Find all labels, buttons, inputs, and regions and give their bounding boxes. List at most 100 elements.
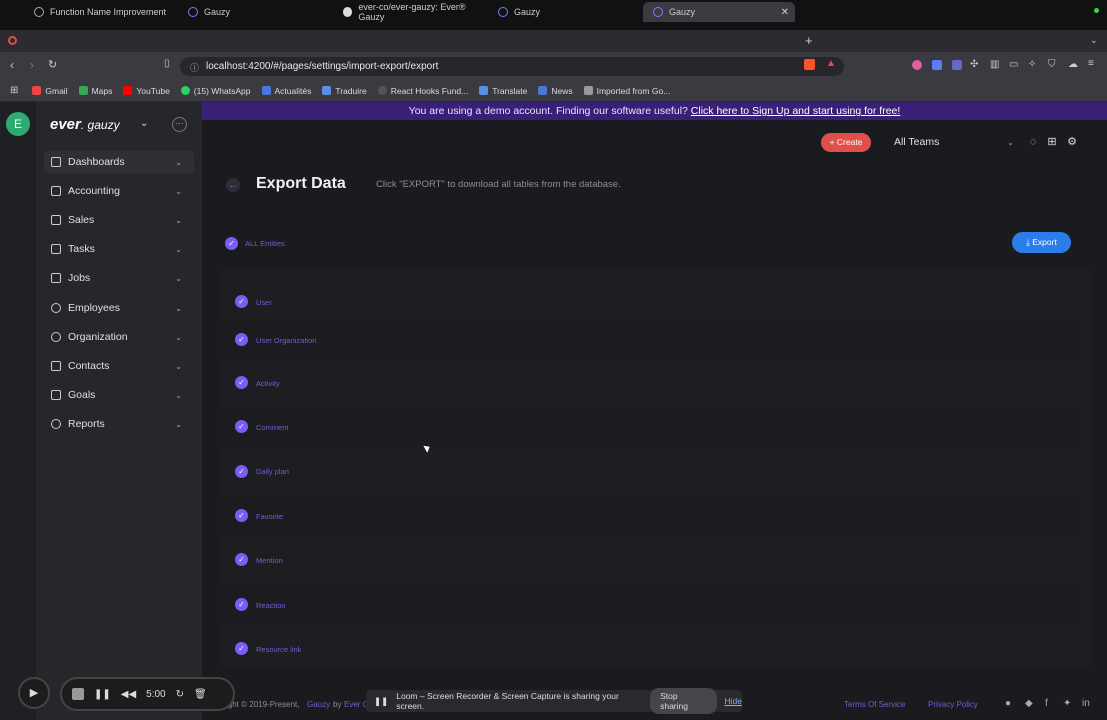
entity-checkbox[interactable]: ✓: [235, 333, 248, 346]
stop-sharing-button[interactable]: Stop sharing: [650, 688, 717, 714]
wallet-icon[interactable]: ▭: [1009, 59, 1018, 70]
bookmark-item[interactable]: Gmail: [32, 86, 68, 96]
logo-chevron-down-icon[interactable]: ⌄: [140, 118, 148, 129]
profile-icon[interactable]: ☁: [1068, 59, 1078, 70]
entity-checkbox[interactable]: ✓: [235, 509, 248, 522]
folder-icon: [583, 86, 593, 95]
bookmark-item[interactable]: Translate: [479, 86, 527, 96]
teams-select[interactable]: All Teams ⌄: [886, 133, 1018, 152]
export-button[interactable]: ⤓ Export: [1012, 232, 1071, 253]
bookmark-item[interactable]: React Hooks Fund...: [377, 86, 468, 96]
close-tab-icon[interactable]: ✕: [781, 7, 789, 18]
sidebar-item-reports[interactable]: Reports ⌄: [44, 413, 194, 435]
chat-icon[interactable]: ◌: [1027, 136, 1039, 148]
bookmark-item[interactable]: News: [538, 86, 573, 96]
browser-tab[interactable]: Function Name Improvement: [24, 2, 174, 22]
sidebar-item-jobs[interactable]: Jobs ⌄: [44, 267, 194, 289]
all-entities-checkbox[interactable]: ✓: [225, 237, 238, 250]
browser-tab[interactable]: Gauzy: [178, 2, 328, 22]
site-info-icon[interactable]: ⓘ: [190, 61, 199, 74]
gift-icon[interactable]: ⊞: [1046, 136, 1058, 148]
sidebar-item-dashboards[interactable]: Dashboards ⌄: [44, 151, 194, 173]
hide-button[interactable]: Hide: [725, 696, 742, 706]
bookmark-folder[interactable]: Imported from Go...: [583, 86, 670, 96]
sidebar-item-organization[interactable]: Organization ⌄: [44, 326, 194, 348]
signup-link[interactable]: Click here to Sign Up and start using fo…: [691, 105, 901, 117]
new-tab-icon[interactable]: +: [805, 33, 813, 48]
create-button[interactable]: + Create: [821, 133, 871, 152]
apps-grid-icon[interactable]: ⊞: [10, 85, 18, 96]
sidebar-item-accounting[interactable]: Accounting ⌄: [44, 180, 194, 202]
workspace-avatar[interactable]: E: [6, 112, 30, 136]
extension-icon[interactable]: [952, 60, 962, 70]
reload-icon[interactable]: ↻: [48, 58, 57, 71]
leo-icon[interactable]: ✧: [1028, 59, 1036, 70]
workspace-strip: [0, 102, 36, 720]
more-options-icon[interactable]: ···: [172, 117, 187, 132]
brave-rewards-icon[interactable]: ▲: [826, 58, 836, 69]
pause-icon[interactable]: ❚❚: [94, 689, 111, 700]
github-icon[interactable]: ●: [1005, 698, 1011, 709]
menu-icon[interactable]: ≡: [1088, 58, 1094, 69]
twitter-icon[interactable]: ✦: [1063, 698, 1071, 709]
terms-link[interactable]: Terms Of Service: [844, 700, 905, 709]
footer-copyright: ight © 2019-Present,: [226, 700, 300, 709]
puzzle-icon[interactable]: ✣: [970, 59, 978, 70]
sidebar-item-sales[interactable]: Sales ⌄: [44, 209, 194, 231]
browser-tab-active[interactable]: Gauzy ✕: [643, 2, 795, 22]
github-icon: [343, 7, 353, 17]
app-logo: ever. gauzy: [50, 116, 120, 133]
table-row: [222, 586, 1080, 622]
browser-tab[interactable]: Gauzy: [488, 2, 638, 22]
brave-shield-icon[interactable]: [804, 59, 815, 70]
gear-icon[interactable]: ⚙: [1066, 136, 1078, 148]
entity-checkbox[interactable]: ✓: [235, 376, 248, 389]
entity-checkbox[interactable]: ✓: [235, 465, 248, 478]
entity-checkbox[interactable]: ✓: [235, 642, 248, 655]
sidebar-item-goals[interactable]: Goals ⌄: [44, 384, 194, 406]
bookmark-icon[interactable]: ▯: [164, 58, 170, 69]
facebook-icon[interactable]: f: [1045, 698, 1048, 709]
gmail-icon: [32, 86, 42, 95]
stop-icon[interactable]: [72, 688, 84, 700]
sidebar-item-employees[interactable]: Employees ⌄: [44, 297, 194, 319]
bookmark-item[interactable]: YouTube: [123, 86, 170, 96]
vpn-icon[interactable]: ⛉: [1048, 59, 1056, 70]
back-arrow-icon[interactable]: ‹: [10, 58, 14, 72]
extension-icon[interactable]: [932, 60, 942, 70]
react-icon: [377, 86, 387, 95]
table-row: [222, 498, 1080, 534]
grid-icon: [51, 157, 61, 167]
sidebar-item-contacts[interactable]: Contacts ⌄: [44, 355, 194, 377]
bookmark-item[interactable]: (15) WhatsApp: [180, 86, 251, 96]
browser-tab[interactable]: ever-co/ever-gauzy: Ever® Gauzy: [333, 2, 483, 22]
linkedin-icon[interactable]: in: [1082, 698, 1090, 709]
entity-checkbox[interactable]: ✓: [235, 295, 248, 308]
entity-checkbox[interactable]: ✓: [235, 598, 248, 611]
restart-icon[interactable]: ↻: [176, 689, 184, 700]
rewind-icon[interactable]: ◀◀: [121, 689, 136, 700]
tab-list-chevron-icon[interactable]: ⌄: [1090, 35, 1098, 46]
maps-icon: [78, 86, 88, 95]
trash-icon[interactable]: 🗑: [194, 689, 207, 700]
extension-icon[interactable]: [912, 60, 922, 70]
bookmark-item[interactable]: Actualités: [261, 86, 311, 96]
back-button[interactable]: ←: [226, 178, 240, 192]
chevron-down-icon: ⌄: [175, 244, 182, 254]
sidebar-item-tasks[interactable]: Tasks ⌄: [44, 238, 194, 260]
loom-sharing-bar: ❚❚ Loom – Screen Recorder & Screen Captu…: [366, 688, 742, 714]
bookmark-item[interactable]: Maps: [78, 86, 112, 96]
entity-label: User: [256, 298, 272, 307]
camera-icon[interactable]: ▶: [18, 677, 50, 709]
footer-org-link[interactable]: Ever C: [344, 700, 368, 709]
entity-checkbox[interactable]: ✓: [235, 553, 248, 566]
privacy-link[interactable]: Privacy Policy: [928, 700, 978, 709]
sidebar-toggle-icon[interactable]: ▥: [990, 59, 999, 70]
footer-brand-link[interactable]: Gauzy: [307, 700, 330, 709]
forward-arrow-icon[interactable]: ›: [30, 58, 34, 72]
gitlab-icon[interactable]: ◆: [1025, 698, 1033, 709]
entity-checkbox[interactable]: ✓: [235, 420, 248, 433]
all-entities-label: ALL Entities: [245, 239, 285, 248]
url-field[interactable]: localhost:4200/#/pages/settings/import-e…: [180, 57, 844, 76]
bookmark-item[interactable]: Traduire: [322, 86, 367, 96]
